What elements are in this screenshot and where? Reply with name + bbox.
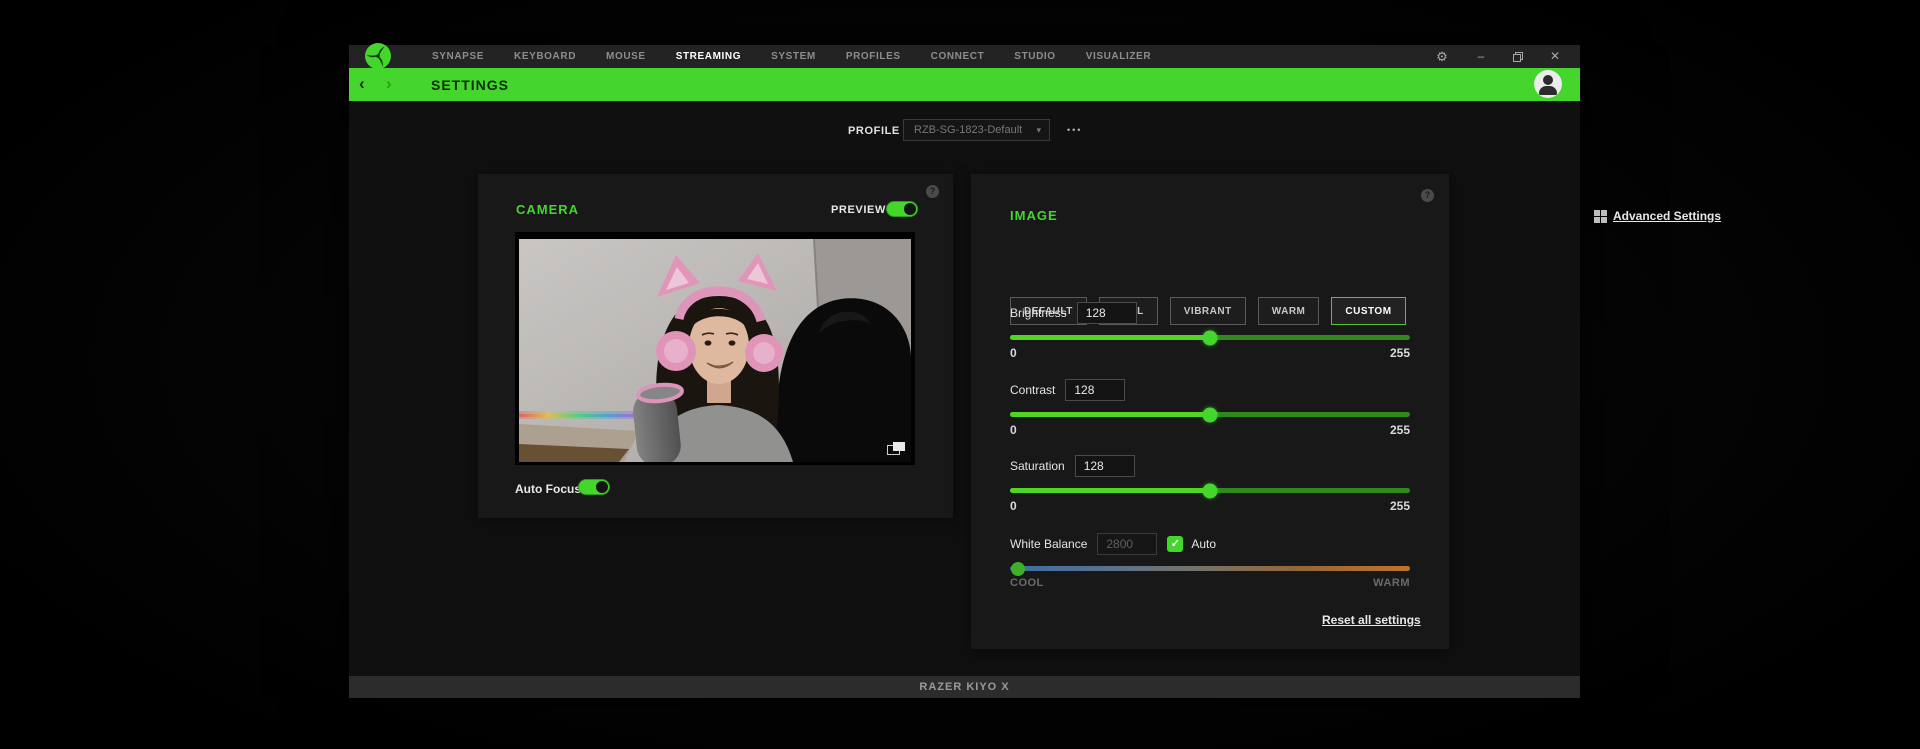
minimize-button[interactable]: – [1474, 45, 1488, 68]
tab-synapse[interactable]: SYNAPSE [432, 51, 484, 62]
slider-min-label: 0 [1010, 346, 1017, 360]
slider-min-label: 0 [1010, 499, 1017, 513]
white-balance-input[interactable] [1097, 533, 1158, 555]
advanced-settings-link[interactable]: Advanced Settings [1594, 209, 1721, 223]
reset-all-settings-link[interactable]: Reset all settings [1322, 613, 1421, 627]
auto-focus-label: Auto Focus [515, 482, 581, 496]
saturation-row: Saturation 0 255 [1010, 454, 1410, 513]
restore-button[interactable] [1513, 51, 1523, 62]
close-button[interactable]: ✕ [1548, 45, 1562, 68]
image-panel: IMAGE ? Advanced Settings DEFAULT COOL V… [971, 174, 1721, 649]
slider-fill [1010, 488, 1210, 493]
cool-label: COOL [1010, 577, 1044, 589]
profile-dropdown-value: RZB-SG-1823-Default [914, 124, 1023, 136]
brightness-input[interactable] [1076, 302, 1137, 324]
contrast-label: Contrast [1010, 383, 1056, 397]
profile-more-button[interactable]: ••• [1067, 117, 1082, 143]
warm-label: WARM [1373, 577, 1410, 589]
slider-min-label: 0 [1010, 423, 1017, 437]
image-panel-title: IMAGE [1010, 208, 1058, 223]
titlebar: SYNAPSE KEYBOARD MOUSE STREAMING SYSTEM … [349, 43, 1580, 69]
window-controls: ⚙ – ✕ [1435, 45, 1562, 68]
auto-checkbox[interactable]: ✓ [1167, 536, 1184, 552]
slider-max-label: 255 [1389, 346, 1410, 360]
preview-label: PREVIEW [831, 204, 886, 216]
user-avatar[interactable] [1534, 70, 1562, 98]
auto-focus-toggle[interactable] [578, 479, 610, 495]
tab-keyboard[interactable]: KEYBOARD [514, 51, 576, 62]
synapse-window: SYNAPSE KEYBOARD MOUSE STREAMING SYSTEM … [349, 43, 1721, 698]
forward-arrow-icon: › [386, 74, 392, 93]
grid-icon [1594, 209, 1607, 223]
slider-knob[interactable] [1202, 330, 1218, 345]
slider-knob[interactable] [1011, 561, 1025, 576]
saturation-label: Saturation [1010, 459, 1065, 473]
slider-max-label: 255 [1389, 423, 1410, 437]
camera-panel: CAMERA ? PREVIEW Auto Focus [478, 174, 953, 518]
settings-gear-icon[interactable]: ⚙ [1435, 45, 1449, 68]
preview-toggle[interactable] [886, 201, 918, 217]
slider-knob[interactable] [1202, 407, 1218, 422]
picture-in-picture-icon[interactable] [887, 442, 905, 455]
razer-logo-icon[interactable] [365, 43, 391, 69]
tab-mouse[interactable]: MOUSE [606, 51, 646, 62]
advanced-settings-label: Advanced Settings [1613, 209, 1722, 223]
back-arrow-icon[interactable]: ‹ [359, 68, 365, 101]
white-balance-label: White Balance [1010, 537, 1088, 551]
slider-max-label: 255 [1389, 499, 1410, 513]
brightness-row: Brightness 0 255 [1010, 301, 1410, 360]
contrast-slider[interactable] [1010, 407, 1410, 422]
slider-fill [1010, 412, 1210, 417]
white-balance-row: White Balance ✓ Auto COOL WARM [1010, 532, 1410, 589]
settings-header: ‹ › SETTINGS [349, 68, 1580, 101]
tab-system[interactable]: SYSTEM [771, 51, 816, 62]
brightness-slider[interactable] [1010, 330, 1410, 345]
slider-knob[interactable] [1202, 483, 1218, 498]
camera-panel-title: CAMERA [516, 202, 580, 217]
saturation-input[interactable] [1074, 455, 1135, 477]
profile-dropdown[interactable]: RZB-SG-1823-Default ▾ [903, 119, 1050, 141]
profile-label: PROFILE [848, 125, 900, 137]
white-balance-slider[interactable] [1010, 561, 1410, 576]
device-name-tab[interactable]: RAZER KIYO X [919, 681, 1009, 693]
main-menu: SYNAPSE KEYBOARD MOUSE STREAMING SYSTEM … [432, 45, 1151, 68]
help-icon[interactable]: ? [926, 185, 939, 198]
camera-preview-video [515, 232, 915, 465]
tab-connect[interactable]: CONNECT [931, 51, 985, 62]
contrast-row: Contrast 0 255 [1010, 378, 1410, 437]
page-title: SETTINGS [431, 77, 510, 93]
help-icon[interactable]: ? [1421, 189, 1434, 202]
desktop-background: SYNAPSE KEYBOARD MOUSE STREAMING SYSTEM … [0, 0, 1920, 749]
webcam-feed-image [519, 239, 911, 462]
chevron-down-icon: ▾ [1036, 125, 1041, 135]
tab-streaming[interactable]: STREAMING [676, 51, 741, 62]
slider-fill [1010, 335, 1210, 340]
saturation-slider[interactable] [1010, 483, 1410, 498]
tab-studio[interactable]: STUDIO [1014, 51, 1055, 62]
tab-visualizer[interactable]: VISUALIZER [1086, 51, 1151, 62]
contrast-input[interactable] [1065, 379, 1126, 401]
brightness-label: Brightness [1010, 306, 1067, 320]
device-bar: RAZER KIYO X [349, 676, 1580, 698]
auto-label: Auto [1191, 537, 1217, 551]
tab-profiles[interactable]: PROFILES [846, 51, 901, 62]
